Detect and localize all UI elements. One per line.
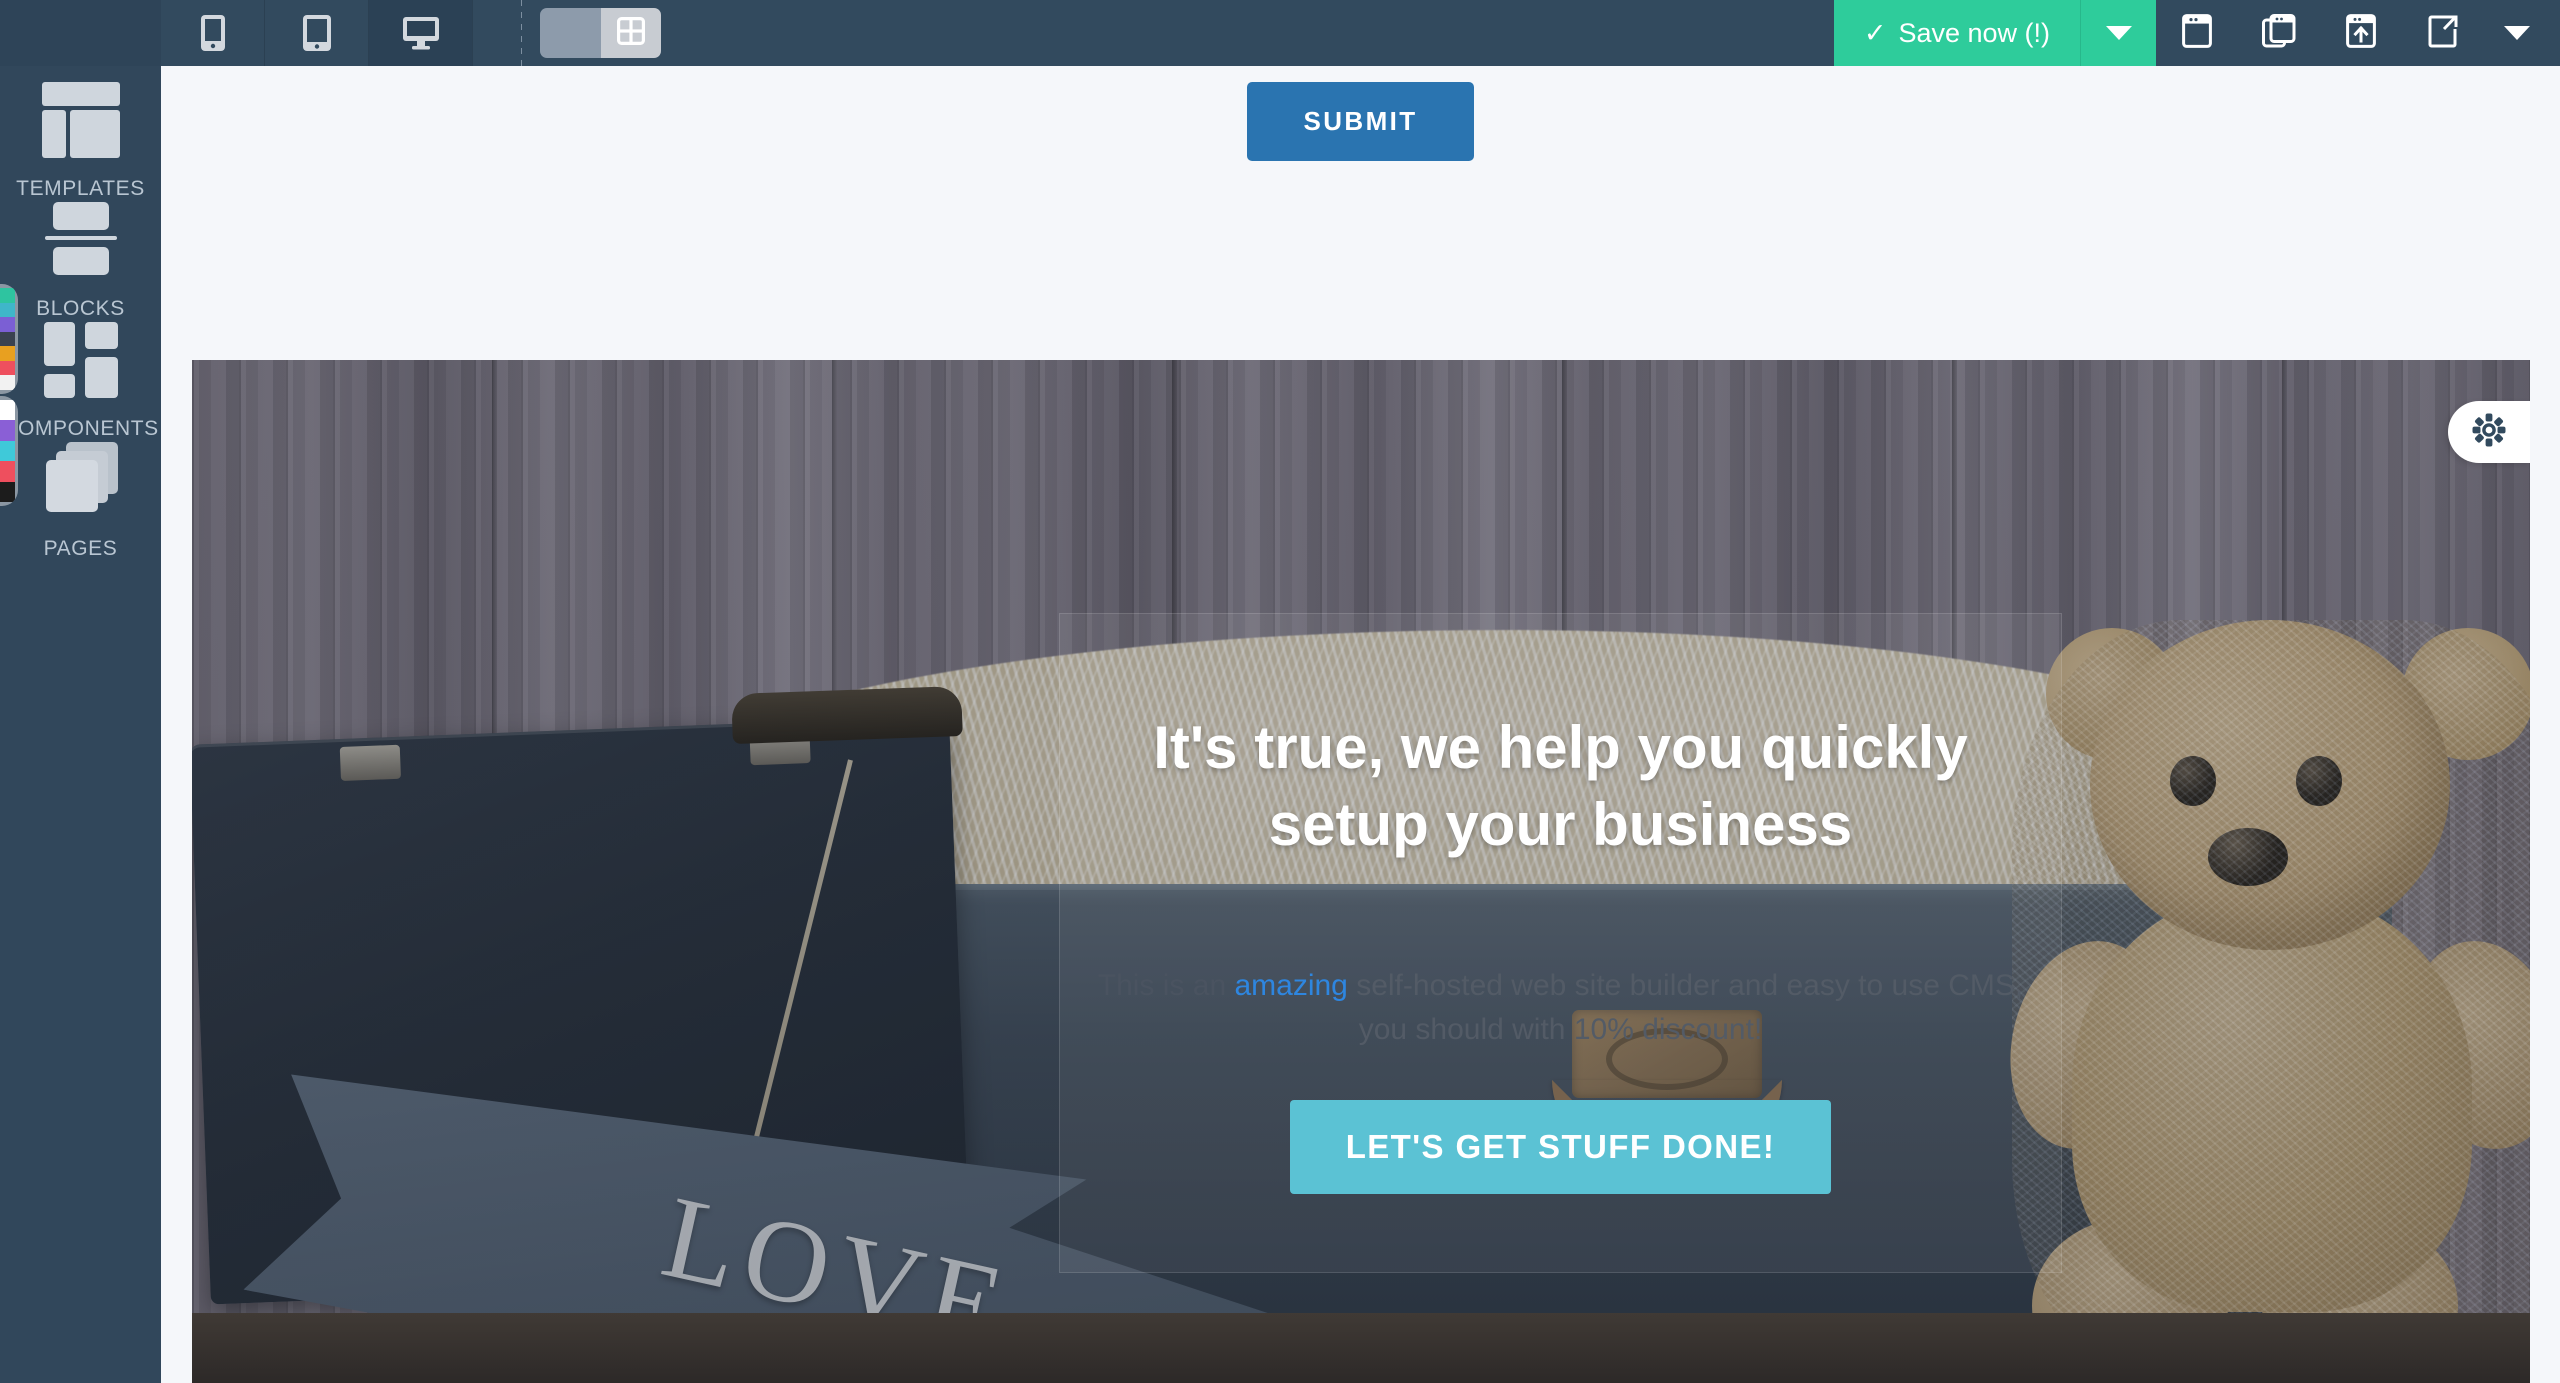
check-icon: ✓ <box>1863 17 1887 48</box>
top-toolbar: ✓ Save now (!) <box>0 0 2560 66</box>
device-preview-group <box>161 0 473 66</box>
amazing-link[interactable]: amazing <box>1234 969 1347 1002</box>
save-options-dropdown[interactable] <box>2080 0 2156 66</box>
hero-subtitle-rest: self-hosted web site builder and easy to… <box>1347 968 2024 1046</box>
submit-button[interactable]: SUBMIT <box>1247 82 1474 161</box>
sidebar-item-blocks[interactable]: BLOCKS <box>0 200 161 321</box>
mobile-icon <box>200 14 226 52</box>
left-sidebar: TEMPLATES BLOCKS COMPONENTS PAGES <box>0 66 161 1383</box>
open-preview-button[interactable] <box>2402 0 2484 66</box>
duplicate-button[interactable] <box>2238 0 2320 66</box>
blocks-icon <box>40 200 122 280</box>
grid-toggle-on-half <box>600 8 661 58</box>
components-icon <box>40 320 122 400</box>
hero-content-card[interactable]: It's true, we help you quickly setup you… <box>1059 613 2062 1273</box>
caret-down-icon <box>2105 26 2132 40</box>
palette-strip-2[interactable] <box>0 396 18 506</box>
toolbar-left-pad <box>0 0 161 66</box>
upload-page-icon <box>2346 13 2376 53</box>
desktop-icon <box>402 16 440 50</box>
tablet-icon <box>302 14 332 52</box>
caret-down-icon <box>2504 26 2530 40</box>
palette-strip-1[interactable] <box>0 284 18 394</box>
device-tablet-button[interactable] <box>265 0 369 66</box>
sidebar-item-label: TEMPLATES <box>16 177 145 200</box>
gear-icon <box>2471 412 2507 453</box>
more-menu-button[interactable] <box>2484 0 2560 66</box>
grid-toggle-off-half <box>540 8 601 58</box>
sidebar-item-components[interactable]: COMPONENTS <box>0 320 161 441</box>
duplicate-pages-icon <box>2262 13 2296 53</box>
sidebar-item-templates[interactable]: TEMPLATES <box>0 80 161 201</box>
sidebar-item-label: PAGES <box>43 537 118 560</box>
hero-title: It's true, we help you quickly setup you… <box>1153 714 1968 858</box>
hero-cta-button[interactable]: LET'S GET STUFF DONE! <box>1289 1100 1832 1195</box>
device-desktop-button[interactable] <box>369 0 473 66</box>
hero-section[interactable]: LOVE It's true, we help you quickly setu… <box>192 360 2530 1383</box>
save-now-label: Save now (!) <box>1898 17 2050 48</box>
sidebar-item-label: BLOCKS <box>36 297 125 320</box>
toolbar-divider <box>521 0 522 66</box>
save-now-button[interactable]: ✓ Save now (!) <box>1833 0 2080 66</box>
hero-subtitle: This is an amazing self-hosted web site … <box>1091 964 2031 1053</box>
sidebar-item-pages[interactable]: PAGES <box>0 440 161 561</box>
pages-icon <box>40 440 122 520</box>
submit-row: SUBMIT <box>161 82 2560 161</box>
publish-button[interactable] <box>2320 0 2402 66</box>
external-link-icon <box>2428 14 2458 53</box>
sidebar-item-label: COMPONENTS <box>2 417 159 440</box>
editor-canvas: SUBMIT LOVE <box>161 66 2560 1383</box>
grid-toggle-button[interactable] <box>540 8 661 58</box>
grid-icon <box>616 16 645 50</box>
page-icon <box>2182 13 2212 53</box>
new-page-button[interactable] <box>2156 0 2238 66</box>
templates-icon <box>40 80 122 160</box>
hero-settings-button[interactable] <box>2448 401 2530 463</box>
hero-subtitle-lead: This is an <box>1097 968 1235 1002</box>
device-mobile-button[interactable] <box>161 0 265 66</box>
